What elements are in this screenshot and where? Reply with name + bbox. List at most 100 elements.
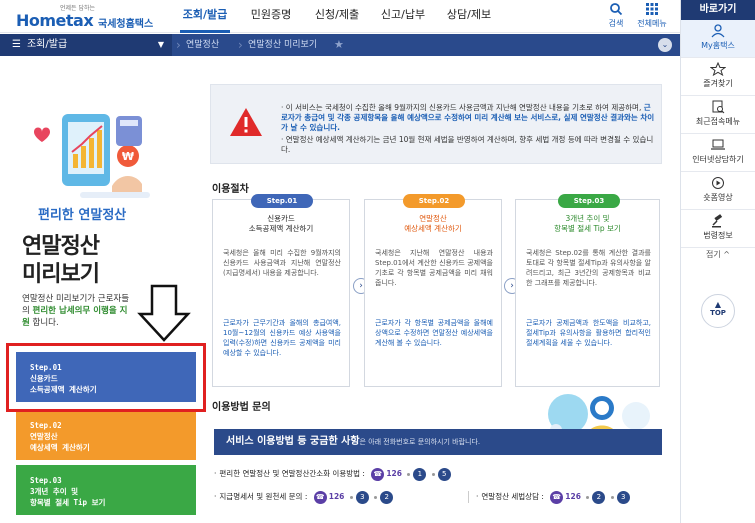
step2-text1: 연말정산 <box>30 432 58 441</box>
step-title-line1: 3개년 추이 및 <box>565 214 610 223</box>
phone-icon: ☎ <box>550 490 564 504</box>
step-card: Step.03 3개년 추이 및 항목별 절세 Tip 보기 국세청은 Step… <box>515 194 660 387</box>
quick-item-law[interactable]: 법령정보 <box>681 210 755 248</box>
person-icon <box>711 24 725 38</box>
desc-end: 합니다. <box>32 318 59 328</box>
page-title: 연말정산 미리보기 <box>22 233 100 289</box>
dot <box>610 495 614 499</box>
divider <box>468 491 469 503</box>
step3-trend-tip-button[interactable]: Step.03 3개년 추이 및 항목별 절세 Tip 보기 <box>16 465 196 515</box>
highlight-frame <box>6 343 206 412</box>
expand-chevron-icon[interactable]: ⌄ <box>658 38 672 52</box>
step-body: 국세청은 올해 미리 수집한 9월까지의 신용카드 사용금액과 지난해 연말정산… <box>223 249 341 277</box>
quick-item-shortform[interactable]: 숏폼영상 <box>681 172 755 210</box>
phone-icon: ☎ <box>313 490 327 504</box>
svg-text:₩: ₩ <box>122 150 134 163</box>
all-menu-button[interactable]: 전체메뉴 <box>632 2 672 29</box>
category-dropdown[interactable]: ☰ 조회/발급 ▼ <box>0 34 172 56</box>
menu-number: 2 <box>592 490 606 504</box>
inquiry-title: 이용방법 문의 <box>212 402 271 413</box>
phone-number: 126 <box>386 469 402 478</box>
star-icon <box>710 62 726 76</box>
menu-number: 3 <box>355 490 369 504</box>
step2-label: Step.02 <box>30 421 62 430</box>
step-card: Step.01 신용카드 소득공제액 계산하기 국세청은 올해 미리 수집한 9… <box>212 194 350 387</box>
nav-item-application[interactable]: 신청/제출 <box>304 0 370 33</box>
menu-number: 1 <box>413 467 427 481</box>
calculator-phone-illustration: ₩ <box>34 114 150 198</box>
step-title-line2: 소득공제액 계산하기 <box>248 224 314 233</box>
bullet: · <box>214 492 217 501</box>
step3-text1: 3개년 추이 및 <box>30 487 79 496</box>
phone-row-label: 지급명세서 및 원천세 문의 : <box>219 492 308 501</box>
arrow-up-icon: ▲ <box>714 300 722 309</box>
quick-item-label: 법령정보 <box>703 231 733 240</box>
top-header: 언제든 답하는 Hometax 국세청홈택스 조회/발급 민원증명 신청/제출 … <box>0 0 680 33</box>
page: 언제든 답하는 Hometax 국세청홈택스 조회/발급 민원증명 신청/제출 … <box>0 0 755 523</box>
breadcrumb-yearend[interactable]: 연말정산 <box>186 34 219 56</box>
step-title-line2: 항목별 절세 Tip 보기 <box>554 224 621 233</box>
nav-item-inquiry-issue[interactable]: 조회/발급 <box>172 0 238 33</box>
page-title-line2: 미리보기 <box>22 262 100 287</box>
step-note: 근로자가 근무기간과 올해의 총급여액, 10월~12월의 신용카드 예상 사용… <box>223 319 341 357</box>
step-note: 근로자가 각 항목별 공제금액을 올해예상액으로 수정하면 연말정산 예상세액을… <box>375 319 493 347</box>
laptop-icon <box>711 139 725 150</box>
step-title-line1: 연말정산 <box>419 214 447 223</box>
dot <box>374 495 378 499</box>
inquiry-banner-rest: 은 아래 전화번호로 문의하시기 바랍니다. <box>359 438 481 446</box>
bullet: · <box>476 492 479 501</box>
step-title-line2: 예상세액 계산하기 <box>404 224 462 233</box>
search-button[interactable]: 검색 <box>596 2 636 29</box>
phone-row: · 편리한 연말정산 및 연말정산간소화 이용방법 : ☎ 126 1 5 <box>214 466 451 482</box>
quick-item-online-consult[interactable]: 인터넷상담하기 <box>681 134 755 172</box>
procedure-title: 이용절차 <box>212 184 249 195</box>
menu-number: 3 <box>616 490 630 504</box>
bullet: · <box>214 469 217 478</box>
scroll-top-button[interactable]: ▲ TOP <box>701 294 735 328</box>
nav-item-consult[interactable]: 상담/제보 <box>436 0 502 33</box>
phone-row: · 연말정산 세법상담 : ☎ 126 2 3 <box>476 489 630 505</box>
logo-brand-ko: 국세청홈택스 <box>98 19 154 30</box>
grid-icon <box>646 3 658 15</box>
step-body: 국세청은 Step.02를 통해 계산한 결과를 토대로 각 항목별 절세Tip… <box>526 249 651 287</box>
step3-label: Step.03 <box>30 476 62 485</box>
quick-item-label: 즐겨찾기 <box>703 79 733 88</box>
step2-tax-estimate-button[interactable]: Step.02 연말정산 예상세액 계산하기 <box>16 410 196 460</box>
breadcrumb-preview[interactable]: 연말정산 미리보기 <box>248 34 317 56</box>
quick-item-recent[interactable]: 최근접속메뉴 <box>681 96 755 134</box>
quick-item-favorites[interactable]: 즐겨찾기 <box>681 58 755 96</box>
search-icon <box>610 3 623 16</box>
phone-row-label: 연말정산 세법상담 : <box>481 492 544 501</box>
quick-menu: 바로가기 My홈택스 즐겨찾기 최근접속메뉴 인터넷상담하기 숏폼영상 법령정보… <box>680 0 755 523</box>
quick-item-label: 최근접속메뉴 <box>695 117 741 126</box>
nav-item-certificate[interactable]: 민원증명 <box>238 0 304 33</box>
nav-item-report-pay[interactable]: 신고/납부 <box>370 0 436 33</box>
step-pill: Step.01 <box>251 194 313 208</box>
recent-search-icon <box>712 100 725 114</box>
notice-list: 이 서비스는 국세청이 수집한 올해 9월까지의 신용카드 사용금액과 지난해 … <box>281 103 656 157</box>
main-nav: 조회/발급 민원증명 신청/제출 신고/납부 상담/제보 <box>172 0 502 33</box>
quick-item-label: 숏폼영상 <box>703 193 733 202</box>
notice-item: 이 서비스는 국세청이 수집한 올해 9월까지의 신용카드 사용금액과 지난해 … <box>281 103 656 133</box>
phone-number: 126 <box>565 492 581 501</box>
step-title: 3개년 추이 및 항목별 절세 Tip 보기 <box>520 214 655 234</box>
gavel-icon <box>712 214 723 228</box>
hometax-logo[interactable]: 언제든 답하는 Hometax 국세청홈택스 <box>10 3 160 31</box>
step-pill: Step.03 <box>558 194 620 208</box>
step3-text2: 항목별 절세 Tip 보기 <box>30 498 106 507</box>
notice-item: 연말정산 예상세액 계산하기는 금년 10월 현재 세법을 반영하여 계산하며,… <box>281 135 656 155</box>
left-panel: ₩ 편리한 연말정산 연말정산 미리보기 연말정산 미리보기가 근로자들의 편리… <box>0 56 206 523</box>
quick-item-my-hometax[interactable]: My홈택스 <box>681 20 755 58</box>
step-body: 국세청은 지난해 연말정산 내용과 Step.01에서 계산한 신용카드 공제액… <box>375 249 493 287</box>
page-title-line1: 연말정산 <box>22 234 100 259</box>
left-description: 연말정산 미리보기가 근로자들의 편리한 납세의무 이행을 지원 합니다. <box>22 293 132 329</box>
fold-button[interactable]: 접기 ^ <box>681 248 755 264</box>
dot <box>407 472 411 476</box>
phone-row: · 지급명세서 및 원천세 문의 : ☎ 126 3 2 <box>214 489 394 505</box>
step-pill: Step.02 <box>403 194 465 208</box>
warning-icon <box>230 108 262 136</box>
procedure-steps: Step.01 신용카드 소득공제액 계산하기 국세청은 올해 미리 수집한 9… <box>212 194 662 387</box>
main-content: 이 서비스는 국세청이 수집한 올해 9월까지의 신용카드 사용금액과 지난해 … <box>200 56 680 523</box>
favorite-star-icon[interactable]: ★ <box>334 38 344 51</box>
quick-item-label: My홈택스 <box>701 41 735 50</box>
